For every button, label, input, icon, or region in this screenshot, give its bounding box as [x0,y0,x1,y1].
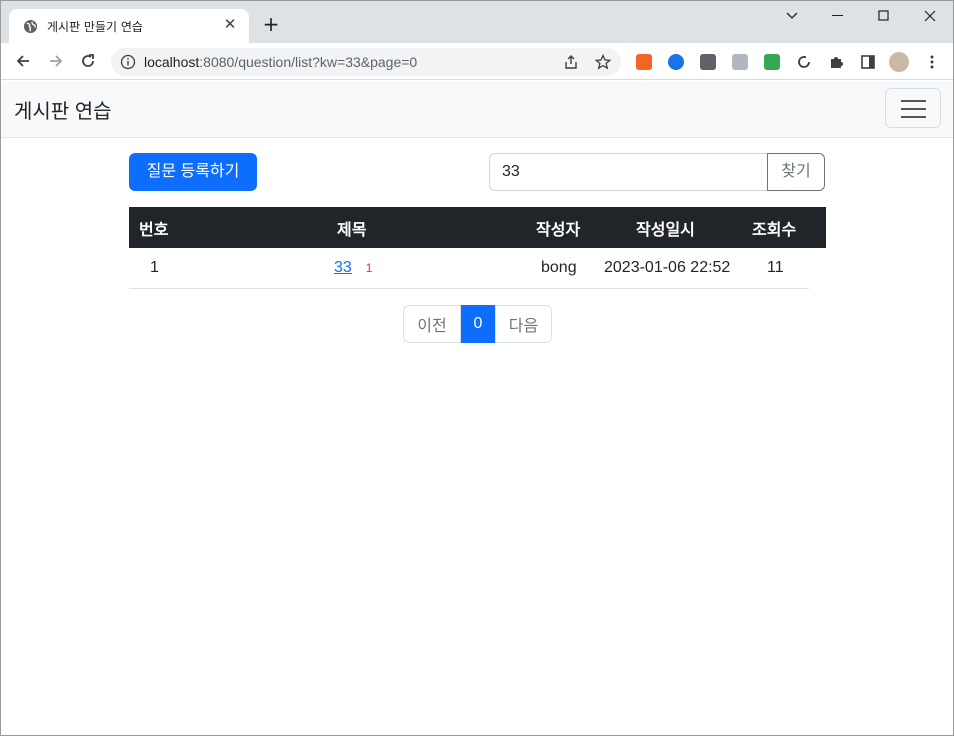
header-author: 작성자 [536,221,581,239]
row-title-cell: 33 1 [334,248,372,288]
page-next-button[interactable]: 다음 [495,305,552,343]
reload-icon[interactable] [76,49,100,73]
forward-icon[interactable] [44,49,68,73]
extension-refresh-icon[interactable] [796,54,812,70]
tab-search-icon[interactable] [769,1,815,31]
site-navbar: 게시판 연습 [1,81,953,138]
extension-window-icon[interactable] [732,54,748,70]
browser-tabstrip: 게시판 만들기 연습 ✕ + [1,1,953,43]
search-input[interactable] [489,153,768,191]
page-prev-button[interactable]: 이전 [403,305,461,343]
close-window-icon[interactable] [907,1,953,31]
search-button[interactable]: 찾기 [767,153,825,191]
extension-hex-icon[interactable] [668,54,684,70]
close-tab-icon[interactable]: ✕ [221,15,239,33]
row-date: 2023-01-06 22:52 [604,259,731,276]
comment-count-badge: 1 [365,261,373,275]
hamburger-icon-line [901,108,926,110]
row-number: 1 [150,259,159,276]
hamburger-icon [901,100,926,102]
row-views: 11 [767,259,784,276]
address-bar[interactable]: localhost:8080/question/list?kw=33&page=… [111,48,621,76]
table-row: 1 33 1 bong 2023-01-06 22:52 11 [129,248,809,289]
question-link[interactable]: 33 [334,259,352,277]
share-icon[interactable] [563,54,579,70]
more-menu-icon[interactable] [924,54,940,70]
header-title: 제목 [337,221,367,239]
table-header: 번호 제목 작성자 작성일시 조회수 [129,207,826,248]
browser-tab[interactable]: 게시판 만들기 연습 ✕ [9,9,249,43]
create-question-button[interactable]: 질문 등록하기 [129,153,257,191]
header-date: 작성일시 [636,221,695,239]
row-author: bong [541,259,577,276]
profile-avatar[interactable] [889,52,909,72]
extension-green-icon[interactable] [764,54,780,70]
bookmark-star-icon[interactable] [595,54,611,70]
globe-icon [23,19,38,34]
side-panel-icon[interactable] [860,54,876,70]
back-icon[interactable] [11,49,35,73]
new-tab-button[interactable]: + [260,14,282,36]
navbar-brand[interactable]: 게시판 연습 [14,95,112,124]
pagination: 이전 0 다음 [403,305,552,343]
extension-i-icon[interactable] [700,54,716,70]
hamburger-icon-line [901,116,926,118]
extension-ex-icon[interactable] [636,54,652,70]
url-text: localhost:8080/question/list?kw=33&page=… [144,54,418,70]
navbar-toggler-button[interactable] [885,88,941,128]
site-info-icon[interactable] [120,54,136,70]
maximize-icon[interactable] [861,1,907,31]
tab-title: 게시판 만들기 연습 [47,20,143,34]
extensions-puzzle-icon[interactable] [828,54,844,70]
minimize-icon[interactable] [815,1,861,31]
header-views: 조회수 [752,221,797,239]
page-current-button[interactable]: 0 [461,305,495,343]
browser-toolbar: localhost:8080/question/list?kw=33&page=… [1,43,953,80]
header-number: 번호 [139,221,169,239]
